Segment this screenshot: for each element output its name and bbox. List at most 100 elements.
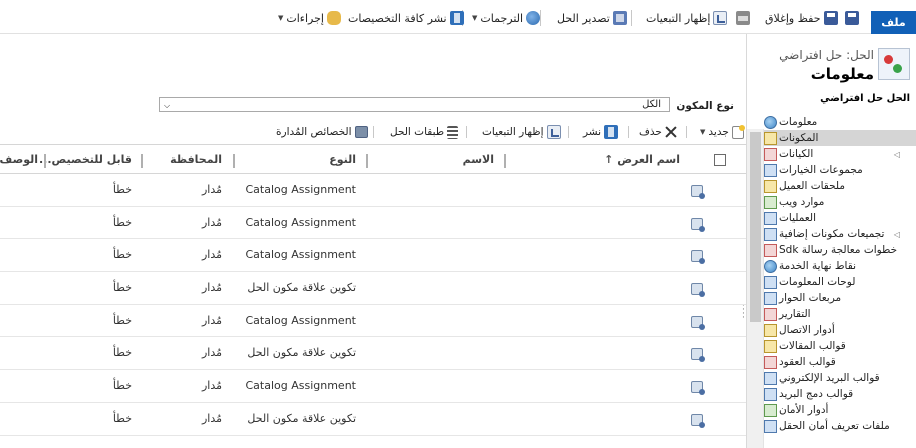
sidebar-item-label: موارد ويب (779, 196, 825, 208)
translations-button[interactable]: ▼ الترجمات (472, 9, 541, 27)
nav-scrollbar[interactable] (747, 129, 764, 448)
table-row[interactable]: Catalog Assignment مُدار خطأ (0, 239, 746, 273)
sidebar-item-label: لوحات المعلومات (779, 276, 856, 288)
toolbar-separator (466, 126, 467, 138)
ribbon-separator (540, 10, 541, 26)
delete-button[interactable]: حذف (639, 124, 677, 140)
sidebar-item-dialogs[interactable]: مربعات الحوار (764, 290, 916, 306)
actions-button[interactable]: ▼ إجراءات (278, 9, 341, 27)
web-resources-icon (764, 195, 777, 209)
column-header-customizable[interactable]: قابل للتخصيص... (39, 145, 132, 175)
show-dependencies-button[interactable]: إظهار التبعيات (646, 9, 728, 27)
sidebar-item-components[interactable]: المكونات (764, 130, 916, 146)
grid-show-dependencies-button[interactable]: إظهار التبعيات (482, 124, 561, 140)
plugin-assemblies-icon (764, 227, 777, 241)
sidebar-item-plugin-assemblies[interactable]: ◁ تجميعات مكونات إضافية (764, 226, 916, 242)
expand-icon[interactable]: ◁ (894, 150, 900, 159)
show-dependencies-label: إظهار التبعيات (646, 11, 711, 25)
component-type-label: نوع المكون (676, 100, 734, 112)
print-icon (736, 11, 750, 25)
properties-icon (354, 126, 368, 138)
sidebar-item-label: مجموعات الخيارات (779, 164, 863, 176)
sidebar-item-email-templates[interactable]: قوالب البريد الإلكتروني (764, 370, 916, 386)
publish-all-button[interactable]: نشر كافة التخصيصات (348, 9, 464, 27)
sidebar-item-info[interactable]: معلومات (764, 114, 916, 130)
cell-type: تكوين علاقة مكون الحل (247, 346, 356, 360)
column-header-name[interactable]: الاسم (463, 145, 494, 175)
email-templates-icon (764, 371, 777, 385)
table-row[interactable]: Catalog Assignment مُدار خطأ (0, 305, 746, 338)
sidebar-item-mail-merge-templates[interactable]: قوالب دمج البريد (764, 386, 916, 402)
sidebar-item-entities[interactable]: ◁ الكيانات (764, 146, 916, 162)
sidebar-item-article-templates[interactable]: قوالب المقالات (764, 338, 916, 354)
cell-state: مُدار (201, 411, 222, 425)
sort-up-icon: ↑ (604, 153, 614, 166)
export-icon (612, 11, 627, 25)
cell-customizable: خطأ (112, 313, 132, 327)
column-separator[interactable] (504, 154, 506, 168)
print-button[interactable] (736, 9, 750, 27)
solution-nav-panel: الحل: حل افتراضي معلومات الحل حل افتراضي… (742, 34, 916, 448)
cell-state: مُدار (201, 281, 222, 295)
sidebar-item-sdk-steps[interactable]: خطوات معالجة رسالة Sdk (764, 242, 916, 258)
sidebar-item-reports[interactable]: التقارير (764, 306, 916, 322)
save-button[interactable] (845, 9, 859, 27)
toolbar-separator (628, 126, 629, 138)
cell-type: تكوين علاقة مكون الحل (247, 281, 356, 295)
security-roles-icon (764, 403, 777, 417)
sidebar-item-client-extensions[interactable]: ملحقات العميل (764, 178, 916, 194)
sidebar-item-processes[interactable]: العمليات (764, 210, 916, 226)
solution-layers-label: طبقات الحل (390, 126, 445, 138)
publish-button[interactable]: نشر (583, 124, 619, 140)
select-all-checkbox[interactable] (714, 154, 726, 166)
sidebar-item-service-endpoints[interactable]: نقاط نهاية الخدمة (764, 258, 916, 274)
table-row[interactable]: تكوين علاقة مكون الحل مُدار خطأ (0, 337, 746, 371)
sdk-steps-icon (764, 243, 777, 257)
new-button[interactable]: ▼ جديد (700, 124, 745, 140)
sidebar-item-web-resources[interactable]: موارد ويب (764, 194, 916, 210)
table-row[interactable]: Catalog Assignment مُدار خطأ (0, 174, 746, 207)
managed-properties-button[interactable]: الخصائص المُدارة (276, 124, 368, 140)
table-row[interactable]: تكوين علاقة مكون الحل مُدار خطأ (0, 403, 746, 436)
layers-icon (447, 125, 459, 139)
sidebar-item-option-sets[interactable]: مجموعات الخيارات (764, 162, 916, 178)
column-separator[interactable] (366, 154, 368, 168)
file-button[interactable]: ملف (871, 11, 916, 34)
cell-state: مُدار (201, 248, 222, 262)
cell-type: تكوين علاقة مكون الحل (247, 411, 356, 425)
sidebar-item-label: مربعات الحوار (779, 292, 842, 304)
field-security-icon (764, 419, 777, 433)
toolbar-separator (686, 126, 687, 138)
expand-icon[interactable]: ◁ (894, 230, 900, 239)
cell-customizable: خطأ (112, 346, 132, 360)
column-header-description[interactable]: الوصف (0, 145, 38, 175)
column-header-display-name[interactable]: اسم العرض ↑ (604, 145, 680, 175)
sidebar-item-field-security[interactable]: ملفات تعريف أمان الحقل (764, 418, 916, 434)
column-separator[interactable] (141, 154, 143, 168)
table-row[interactable]: Catalog Assignment مُدار خطأ (0, 370, 746, 403)
grid-header: اسم العرض ↑ الاسم النوع المحافظة قابل لل… (0, 144, 746, 174)
grid-toolbar: ▼ جديد حذف نشر إظهار التبعيات طبقات الحل… (0, 122, 746, 142)
sidebar-item-security-roles[interactable]: أدوار الأمان (764, 402, 916, 418)
processes-icon (764, 211, 777, 225)
column-header-type[interactable]: النوع (329, 145, 356, 175)
main-content: نوع المكون الكل ⌵ ▼ جديد حذف نشر إظهار ا… (0, 34, 746, 448)
table-row[interactable]: تكوين علاقة مكون الحل مُدار خطأ (0, 272, 746, 305)
cell-state: مُدار (201, 183, 222, 196)
scrollbar-thumb[interactable] (750, 132, 761, 322)
publish-all-label: نشر كافة التخصيصات (348, 11, 447, 25)
ribbon-separator (631, 10, 632, 26)
new-label: جديد (708, 126, 729, 138)
column-separator[interactable] (233, 154, 235, 168)
component-type-select[interactable]: الكل ⌵ (159, 97, 670, 112)
sidebar-item-dashboards[interactable]: لوحات المعلومات (764, 274, 916, 290)
solution-layers-button[interactable]: طبقات الحل (390, 124, 459, 140)
column-header-state[interactable]: المحافظة (170, 145, 222, 175)
column-separator[interactable] (44, 154, 46, 168)
table-row[interactable]: Catalog Assignment مُدار خطأ (0, 207, 746, 240)
save-and-close-button[interactable]: حفظ وإغلاق (765, 9, 838, 27)
export-solution-button[interactable]: تصدير الحل (557, 9, 627, 27)
sidebar-item-connection-roles[interactable]: أدوار الاتصال (764, 322, 916, 338)
sidebar-item-contract-templates[interactable]: قوالب العقود (764, 354, 916, 370)
cell-customizable: خطأ (112, 248, 132, 262)
